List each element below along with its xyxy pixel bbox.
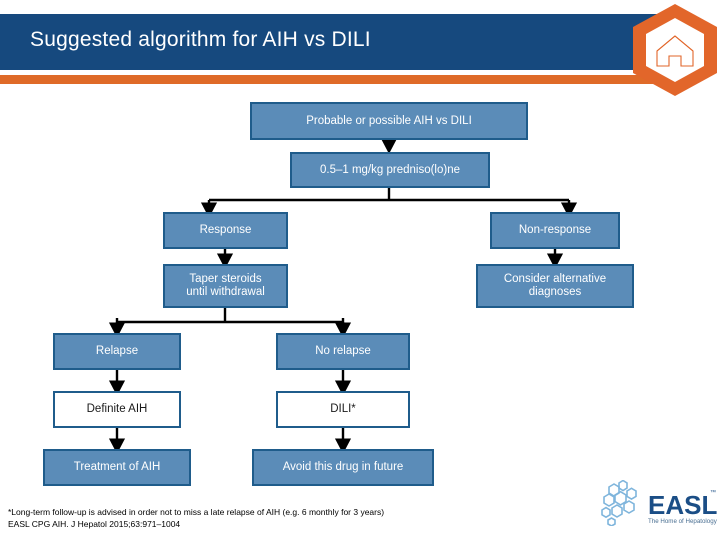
easl-cells-icon [601, 480, 637, 526]
node-response[interactable]: Response [163, 212, 288, 249]
footnote: *Long-term follow-up is advised in order… [8, 507, 528, 530]
node-taper-steroids[interactable]: Taper steroids until withdrawal [163, 264, 288, 308]
node-probable-aih-vs-dili[interactable]: Probable or possible AIH vs DILI [250, 102, 528, 140]
node-relapse[interactable]: Relapse [53, 333, 181, 370]
node-avoid-drug-in-future[interactable]: Avoid this drug in future [252, 449, 434, 486]
footnote-line-2: EASL CPG AIH. J Hepatol 2015;63:971–1004 [8, 518, 181, 529]
easl-logo: EASL ™ The Home of Hepatology [600, 478, 718, 536]
node-consider-alternative-diagnoses[interactable]: Consider alternative diagnoses [476, 264, 634, 308]
node-non-response[interactable]: Non-response [490, 212, 620, 249]
node-prednisolone-dose[interactable]: 0.5–1 mg/kg predniso(lo)ne [290, 152, 490, 188]
footnote-line-1: *Long-term follow-up is advised in order… [8, 507, 385, 517]
node-dili[interactable]: DILI* [276, 391, 410, 428]
node-no-relapse[interactable]: No relapse [276, 333, 410, 370]
easl-trademark-symbol: ™ [710, 490, 716, 496]
easl-wordmark: EASL [648, 490, 718, 520]
flowchart: Probable or possible AIH vs DILI 0.5–1 m… [0, 0, 720, 540]
node-definite-aih[interactable]: Definite AIH [53, 391, 181, 428]
node-treatment-of-aih[interactable]: Treatment of AIH [43, 449, 191, 486]
easl-tagline: The Home of Hepatology [648, 518, 717, 525]
